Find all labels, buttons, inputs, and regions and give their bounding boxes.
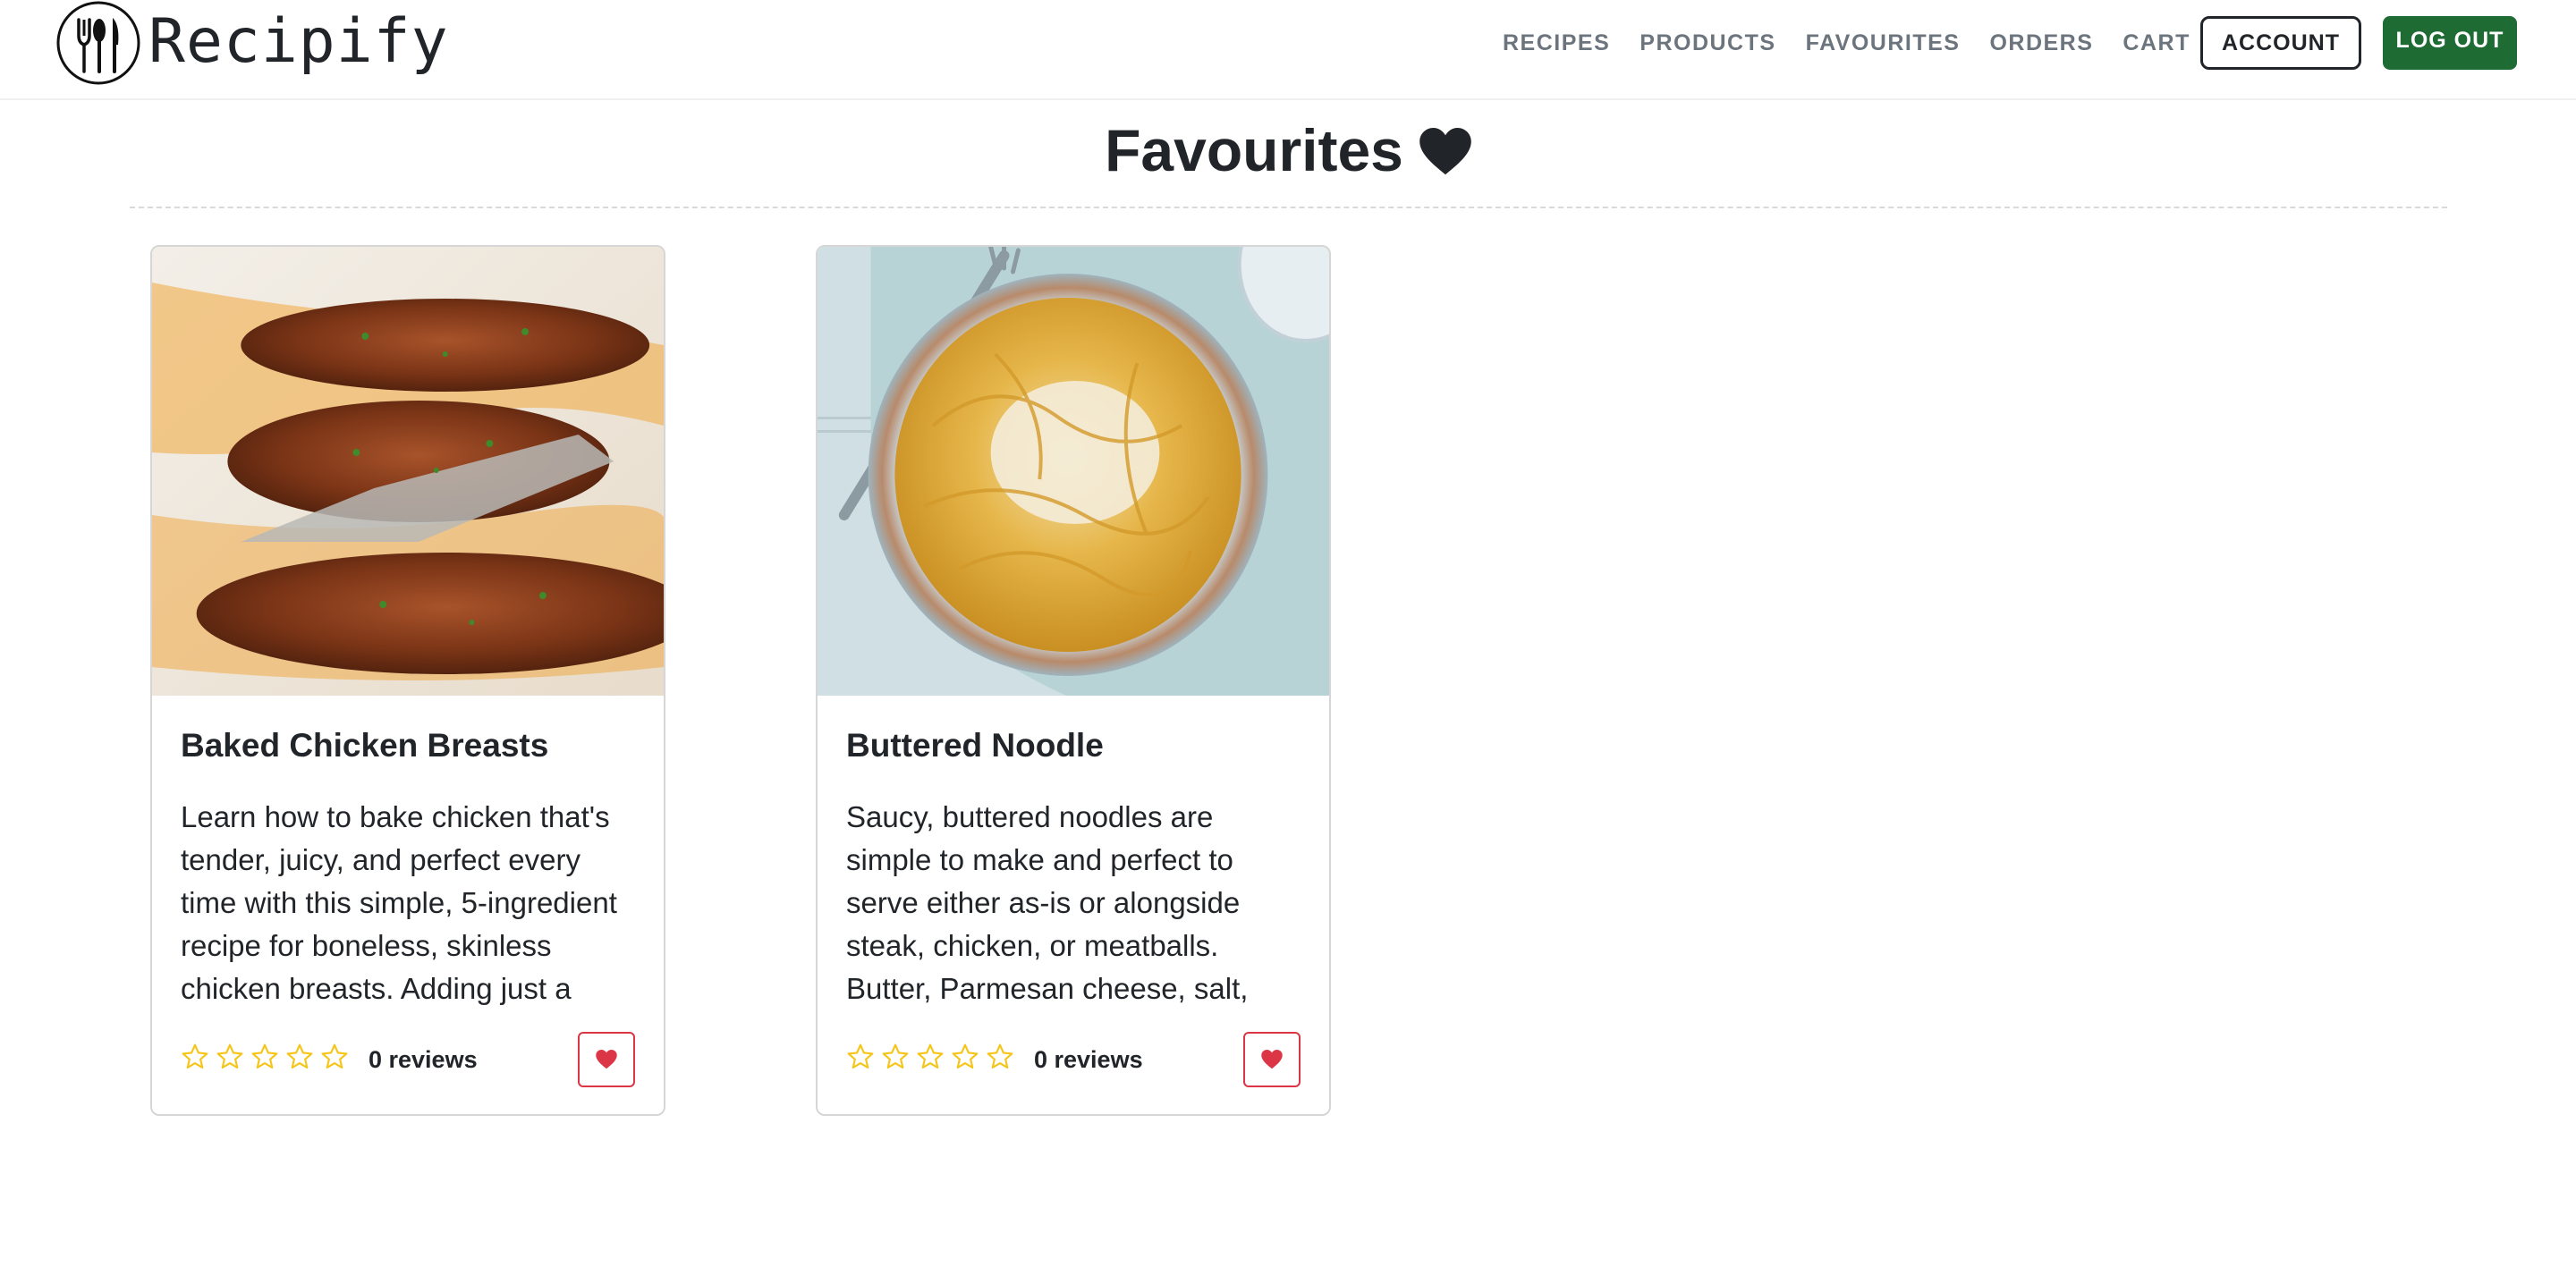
page-header: Favourites: [0, 118, 2576, 183]
star-icon[interactable]: [881, 1043, 910, 1071]
card-body: Buttered Noodle Saucy, buttered noodles …: [846, 726, 1301, 1010]
nav-links: RECIPES PRODUCTS FAVOURITES ORDERS CART: [1503, 29, 2220, 57]
nav-item-recipes[interactable]: RECIPES: [1503, 29, 1610, 57]
card-footer: 0 reviews: [846, 1032, 1301, 1089]
recipe-title[interactable]: Baked Chicken Breasts: [181, 726, 635, 765]
star-icon[interactable]: [846, 1043, 875, 1071]
page-title: Favourites: [1105, 117, 1403, 183]
buttered-noodles-photo: [818, 247, 1329, 696]
heart-icon: [1419, 128, 1471, 175]
baked-chicken-photo: [152, 247, 664, 696]
nav-item-favourites[interactable]: FAVOURITES: [1806, 29, 1961, 57]
nav-item-cart[interactable]: CART: [2123, 29, 2190, 57]
account-button[interactable]: ACCOUNT: [2200, 16, 2361, 70]
title-divider: [130, 207, 2447, 208]
favourite-button[interactable]: [578, 1032, 635, 1087]
recipe-card[interactable]: Buttered Noodle Saucy, buttered noodles …: [816, 245, 1331, 1116]
recipe-description: Saucy, buttered noodles are simple to ma…: [846, 800, 1249, 1006]
star-icon[interactable]: [250, 1043, 279, 1071]
star-icon[interactable]: [916, 1043, 945, 1071]
star-icon[interactable]: [216, 1043, 244, 1071]
navbar: Recipify RECIPES PRODUCTS FAVOURITES ORD…: [0, 0, 2576, 100]
recipe-title[interactable]: Buttered Noodle: [846, 726, 1301, 765]
brand-name: Recipify: [148, 6, 449, 77]
brand[interactable]: Recipify: [55, 0, 449, 86]
star-icon[interactable]: [951, 1043, 979, 1071]
review-count: 0 reviews: [1034, 1046, 1143, 1073]
heart-icon: [1261, 1050, 1283, 1069]
star-icon[interactable]: [320, 1043, 349, 1071]
recipe-description: Learn how to bake chicken that's tender,…: [181, 800, 617, 1006]
review-count: 0 reviews: [369, 1046, 478, 1073]
fork-spoon-knife-icon: [56, 1, 140, 85]
heart-icon: [596, 1050, 617, 1069]
star-icon[interactable]: [986, 1043, 1014, 1071]
recipe-card[interactable]: Baked Chicken Breasts Learn how to bake …: [150, 245, 665, 1116]
star-icon[interactable]: [285, 1043, 314, 1071]
nav-item-products[interactable]: PRODUCTS: [1640, 29, 1775, 57]
card-footer: 0 reviews: [181, 1032, 635, 1089]
favourite-button[interactable]: [1243, 1032, 1301, 1087]
logout-button[interactable]: LOG OUT: [2383, 16, 2517, 70]
card-body: Baked Chicken Breasts Learn how to bake …: [181, 726, 635, 1010]
nav-item-orders[interactable]: ORDERS: [1989, 29, 2093, 57]
star-rating[interactable]: [846, 1043, 1014, 1071]
star-icon[interactable]: [181, 1043, 209, 1071]
star-rating[interactable]: [181, 1043, 349, 1071]
